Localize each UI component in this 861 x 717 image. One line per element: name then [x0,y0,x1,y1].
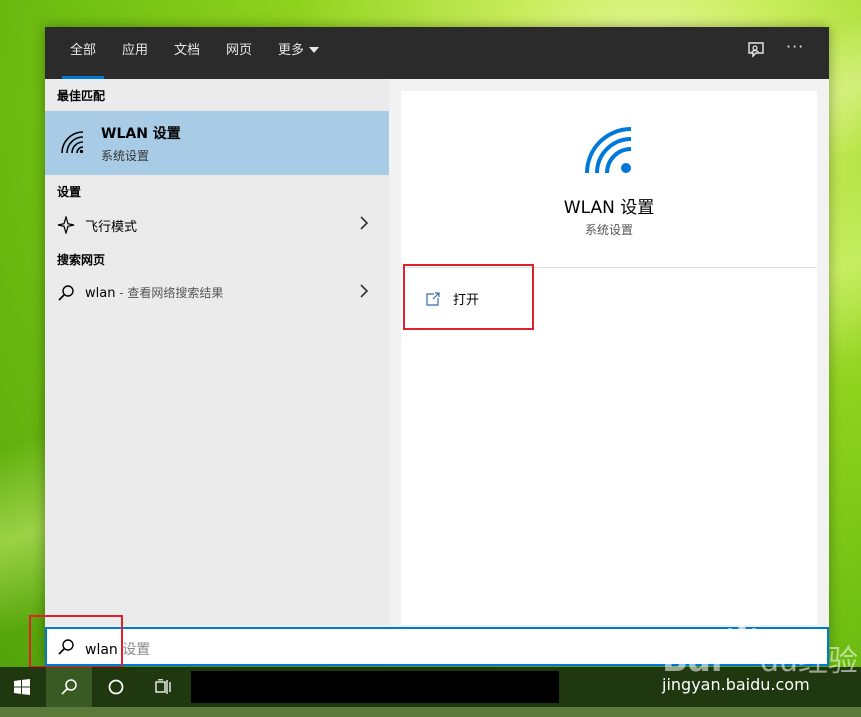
svg-text:du经验: du经验 [760,644,858,675]
annotation-box-search [29,615,123,668]
web-search-heading: 搜索网页 [57,253,106,267]
wifi-icon [61,131,84,154]
redacted-taskbar-area [191,671,559,703]
best-match-subtitle: 系统设置 [101,149,150,163]
search-window: 全部 应用 文档 网页 更多 ··· 最佳匹配 WLAN 设置 系统设置 设置 … [45,27,829,666]
chevron-down-icon [309,47,320,53]
search-topbar: 全部 应用 文档 网页 更多 ··· [45,27,829,79]
settings-item-airplane-mode[interactable]: 飞行模式 [45,209,389,241]
tab-apps[interactable]: 应用 [122,27,148,79]
feedback-icon[interactable] [745,40,769,64]
tab-more[interactable]: 更多 [278,27,320,79]
tab-all[interactable]: 全部 [61,27,105,79]
search-icon[interactable] [46,667,92,707]
baidu-watermark: Bai du经验 jingyan.baidu.com [660,625,860,705]
settings-item-label: 飞行模式 [85,220,138,235]
best-match-heading: 最佳匹配 [57,89,106,103]
web-search-item[interactable]: wlan - 查看网络搜索结果 [45,277,389,309]
results-panel: 最佳匹配 WLAN 设置 系统设置 设置 飞行模式 搜索网页 wlan - 查看… [45,79,389,625]
search-icon [58,285,74,301]
airplane-icon [57,216,75,234]
watermark-url: jingyan.baidu.com [662,675,810,694]
task-view-icon[interactable] [141,667,187,707]
web-search-label: wlan - 查看网络搜索结果 [85,286,224,301]
chevron-right-icon [360,216,369,230]
more-options-icon[interactable]: ··· [786,37,804,56]
tab-documents[interactable]: 文档 [174,27,200,79]
settings-heading: 设置 [57,185,82,199]
best-match-item[interactable]: WLAN 设置 系统设置 [45,111,389,175]
best-match-title: WLAN 设置 [101,126,181,142]
detail-title: WLAN 设置 [563,198,655,218]
cortana-icon[interactable] [93,667,139,707]
windows-start-icon[interactable] [0,667,46,707]
wifi-icon [585,127,632,174]
tab-web[interactable]: 网页 [226,27,252,79]
svg-text:Bai: Bai [662,640,723,675]
detail-panel: WLAN 设置 系统设置 打开 [401,91,817,625]
baidu-logo: Bai du经验 [662,625,858,680]
annotation-box-open [403,264,534,330]
chevron-right-icon [360,284,369,298]
taskbar-bottom-strip [0,707,861,717]
detail-subtitle: 系统设置 [584,223,633,237]
